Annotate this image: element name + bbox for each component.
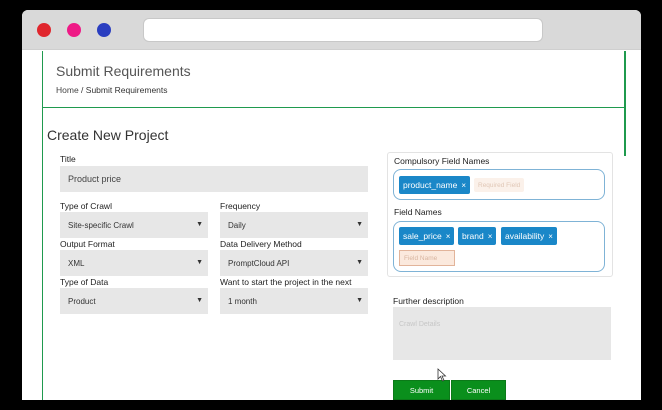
title-input[interactable]: Product price [60, 166, 368, 192]
description-textarea[interactable]: Crawl Details [393, 307, 611, 360]
start-period-select[interactable]: 1 month ▼ [220, 288, 368, 314]
frequency-label: Frequency [220, 201, 261, 211]
page-header: Submit Requirements Home / Submit Requir… [43, 51, 624, 108]
field-names-input[interactable]: sale_price × brand × availability × Field N… [393, 221, 605, 272]
breadcrumb-home-link[interactable]: Home [56, 85, 79, 95]
delivery-method-select[interactable]: PromptCloud API ▼ [220, 250, 368, 276]
field-names-panel: Compulsory Field Names product_name × Req… [387, 152, 613, 277]
dropdown-arrow-icon: ▼ [356, 297, 363, 304]
type-of-crawl-label: Type of Crawl [60, 201, 112, 211]
remove-tag-icon[interactable]: × [548, 232, 553, 241]
frequency-value: Daily [228, 220, 246, 230]
remove-tag-icon[interactable]: × [446, 232, 451, 241]
output-format-select[interactable]: XML ▼ [60, 250, 208, 276]
maximize-window-icon[interactable] [97, 23, 111, 37]
start-period-value: 1 month [228, 296, 257, 306]
dropdown-arrow-icon: ▼ [196, 259, 203, 266]
output-format-value: XML [68, 258, 85, 268]
output-format-label: Output Format [60, 239, 115, 249]
remove-tag-icon[interactable]: × [461, 181, 466, 190]
tag-availability: availability × [501, 227, 557, 245]
cancel-button[interactable]: Cancel [451, 380, 506, 400]
type-of-crawl-value: Site-specific Crawl [68, 220, 134, 230]
page-border-right [624, 51, 626, 156]
minimize-window-icon[interactable] [67, 23, 81, 37]
type-of-data-value: Product [68, 296, 96, 306]
dropdown-arrow-icon: ▼ [196, 221, 203, 228]
field-name-placeholder[interactable]: Field Name [399, 250, 455, 266]
page-title: Submit Requirements [56, 63, 191, 79]
submit-button[interactable]: Submit [393, 380, 450, 400]
delivery-method-label: Data Delivery Method [220, 239, 302, 249]
delivery-method-value: PromptCloud API [228, 258, 290, 268]
address-bar[interactable] [143, 18, 543, 42]
tag-sale-price: sale_price × [399, 227, 455, 245]
breadcrumb-current: Submit Requirements [85, 85, 168, 95]
browser-window: Submit Requirements Home / Submit Requir… [22, 10, 641, 400]
compulsory-fields-input[interactable]: product_name × Required Field [393, 169, 605, 200]
type-of-data-label: Type of Data [60, 277, 109, 287]
type-of-data-select[interactable]: Product ▼ [60, 288, 208, 314]
description-label: Further description [393, 296, 464, 306]
tag-brand: brand × [458, 227, 497, 245]
tag-product-name: product_name × [399, 176, 471, 194]
breadcrumb: Home / Submit Requirements [56, 85, 168, 95]
breadcrumb-separator: / [78, 85, 86, 95]
browser-titlebar [22, 10, 641, 50]
start-period-label: Want to start the project in the next [220, 277, 352, 287]
section-title: Create New Project [47, 127, 169, 143]
page-content: Submit Requirements Home / Submit Requir… [22, 51, 641, 400]
type-of-crawl-select[interactable]: Site-specific Crawl ▼ [60, 212, 208, 238]
close-window-icon[interactable] [37, 23, 51, 37]
title-label: Title [60, 154, 76, 164]
frequency-select[interactable]: Daily ▼ [220, 212, 368, 238]
required-field-placeholder[interactable]: Required Field [474, 178, 525, 192]
dropdown-arrow-icon: ▼ [356, 221, 363, 228]
compulsory-fields-label: Compulsory Field Names [394, 156, 490, 166]
field-names-label: Field Names [394, 207, 442, 217]
mouse-cursor-icon [437, 368, 447, 382]
dropdown-arrow-icon: ▼ [196, 297, 203, 304]
dropdown-arrow-icon: ▼ [356, 259, 363, 266]
remove-tag-icon[interactable]: × [488, 232, 493, 241]
